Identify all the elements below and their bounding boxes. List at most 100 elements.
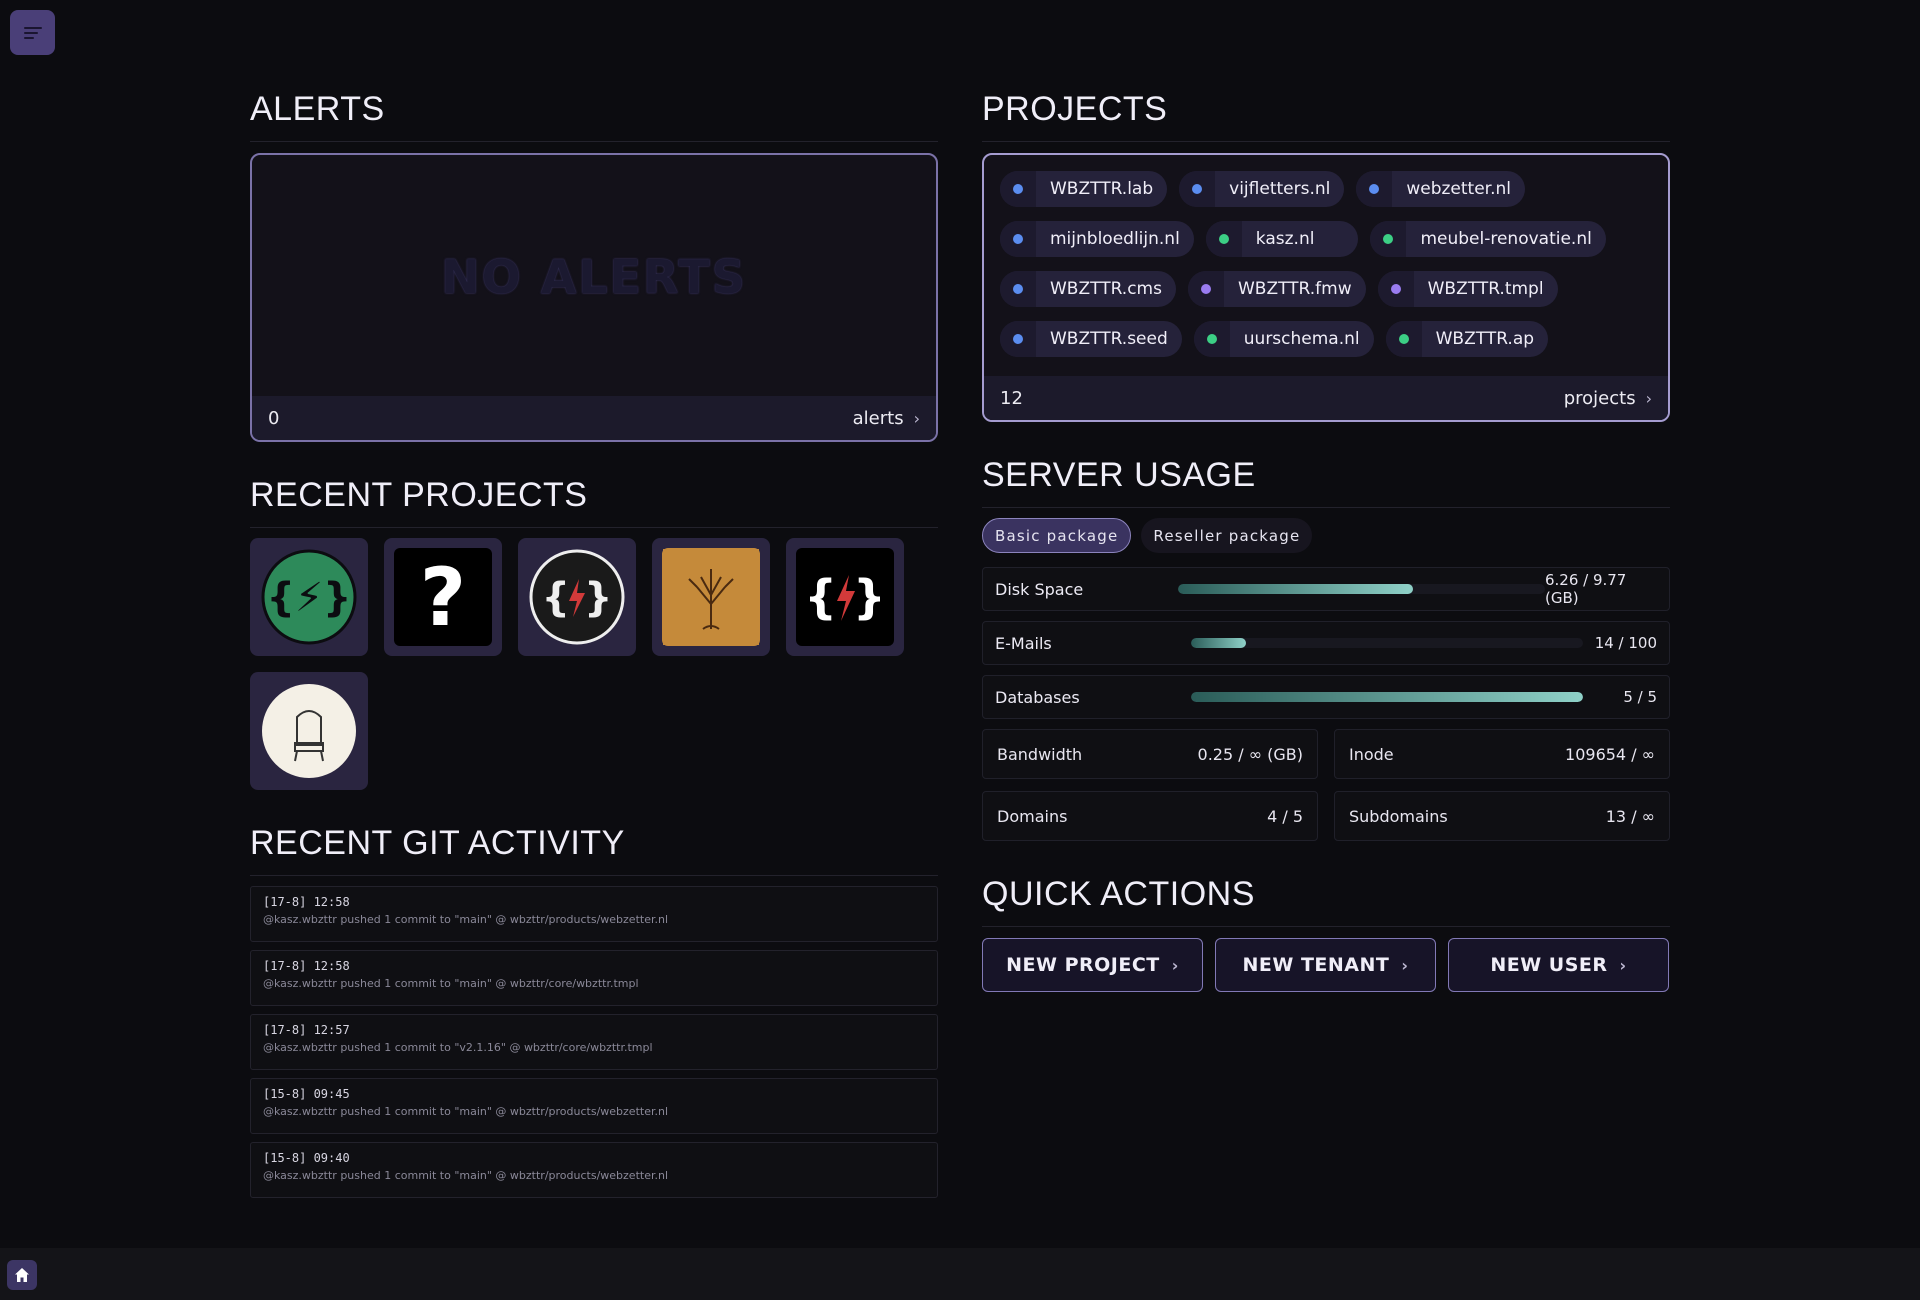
alerts-link[interactable]: alerts › [853,408,920,429]
projects-panel: WBZTTR.lab vijfletters.nl webzetter.nl m… [982,153,1670,422]
alerts-footer: 0 alerts › [252,396,936,440]
stat-subdomains: Subdomains 13 / ∞ [1334,791,1670,841]
svg-text:?: ? [420,551,466,644]
new-project-button[interactable]: NEW PROJECT › [982,938,1203,992]
bottom-bar [0,1248,1920,1300]
recent-project-thumb[interactable] [250,672,368,790]
svg-text:{⚡}: {⚡} [266,575,351,621]
alerts-link-label: alerts [852,407,904,429]
project-chip[interactable]: meubel-renovatie.nl [1370,221,1606,257]
projects-link[interactable]: projects › [1564,388,1652,409]
projects-footer: 12 projects › [984,376,1668,420]
project-chip-label: WBZTTR.ap [1435,329,1535,349]
chevron-right-icon: › [1619,955,1627,975]
status-dot [1013,234,1023,244]
status-dot [1013,284,1023,294]
git-activity-item: [17-8] 12:57 @kasz.wbzttr pushed 1 commi… [250,1014,938,1070]
status-dot [1192,184,1203,194]
git-activity-item: [15-8] 09:40 @kasz.wbzttr pushed 1 commi… [250,1142,938,1198]
project-chip-label: WBZTTR.lab [1050,179,1154,199]
stat-label: Domains [997,806,1068,826]
project-chip[interactable]: mijnbloedlijn.nl [1000,221,1194,257]
projects-link-label: projects [1563,387,1636,409]
git-time: [15-8] 09:45 [263,1087,350,1101]
new-tenant-button[interactable]: NEW TENANT › [1215,938,1436,992]
git-activity-title: RECENT GIT ACTIVITY [250,824,938,876]
question-mark-icon: ? [394,548,492,646]
status-dot [1383,234,1394,244]
chevron-right-icon: › [1171,955,1179,975]
package-tabs: Basic package Reseller package [982,518,1670,553]
server-usage-title: SERVER USAGE [982,456,1670,508]
git-activity-item: [17-8] 12:58 @kasz.wbzttr pushed 1 commi… [250,950,938,1006]
project-row: WBZTTR.seed uurschema.nl WBZTTR.ap [1000,321,1652,357]
project-chip[interactable]: WBZTTR.fmw [1187,271,1366,307]
project-chip-label: WBZTTR.tmpl [1427,279,1544,299]
project-chip[interactable]: vijfletters.nl [1179,171,1345,207]
git-activity-item: [17-8] 12:58 @kasz.wbzttr pushed 1 commi… [250,886,938,942]
git-activity-item: [15-8] 09:45 @kasz.wbzttr pushed 1 commi… [250,1078,938,1134]
project-chip[interactable]: uurschema.nl [1193,321,1374,357]
usage-label: E-Mails [995,633,1052,653]
recent-project-thumb[interactable] [652,538,770,656]
alerts-count: 0 [268,407,280,429]
chevron-right-icon: › [1401,955,1409,975]
tree-logo-icon [662,548,760,646]
status-dot-wrap [1193,321,1230,357]
project-chip[interactable]: webzetter.nl [1356,171,1526,207]
projects-title: PROJECTS [982,90,1670,142]
new-tenant-label: NEW TENANT [1242,954,1390,976]
stat-label: Inode [1349,744,1394,764]
no-alerts-text: NO ALERTS [441,250,747,304]
usage-bar [1191,638,1583,648]
usage-label: Disk Space [995,579,1084,599]
git-time: [17-8] 12:57 [263,1023,350,1037]
wbzttr-green-logo-icon: {⚡} [260,548,358,646]
git-message: @kasz.wbzttr pushed 1 commit to "main" @… [263,1105,668,1118]
recent-project-thumb[interactable]: {⚡} [250,538,368,656]
status-dot [1200,284,1211,294]
new-user-button[interactable]: NEW USER › [1448,938,1669,992]
alerts-title: ALERTS [250,90,938,142]
recent-projects-title: RECENT PROJECTS [250,476,938,528]
project-chip-label: mijnbloedlijn.nl [1050,229,1180,249]
recent-project-thumb[interactable]: { } [518,538,636,656]
project-chip[interactable]: WBZTTR.cms [1000,271,1176,307]
tab-basic-package[interactable]: Basic package [982,518,1132,553]
status-dot-wrap [1000,171,1036,207]
status-dot-wrap [1179,171,1216,207]
stat-value: 109654 / ∞ [1565,744,1655,764]
stat-value: 0.25 / ∞ (GB) [1197,744,1303,764]
tab-reseller-package[interactable]: Reseller package [1141,518,1313,553]
git-time: [15-8] 09:40 [263,1151,350,1165]
usage-bar-fill [1191,692,1583,702]
git-time: [17-8] 12:58 [263,959,350,973]
project-chip[interactable]: WBZTTR.ap [1385,321,1549,357]
chevron-right-icon: › [1645,388,1652,408]
recent-project-thumb[interactable]: { } [786,538,904,656]
project-chip[interactable]: WBZTTR.seed [1000,321,1182,357]
git-message: @kasz.wbzttr pushed 1 commit to "v2.1.16… [263,1041,653,1054]
stat-value: 13 / ∞ [1605,806,1655,826]
usage-bar [1191,692,1583,702]
usage-row-emails: E-Mails 14 / 100 [982,621,1670,665]
project-chip[interactable]: kasz.nl [1205,221,1359,257]
home-button[interactable] [7,1260,37,1290]
stat-label: Bandwidth [997,744,1083,764]
status-dot [1218,234,1229,244]
chevron-right-icon: › [913,408,920,428]
project-chip[interactable]: WBZTTR.lab [1000,171,1168,207]
stat-bandwidth: Bandwidth 0.25 / ∞ (GB) [982,729,1318,779]
alerts-panel: NO ALERTS 0 alerts › [250,153,938,442]
status-dot [1013,184,1023,194]
status-dot-wrap [1000,321,1036,357]
project-chip-label: uurschema.nl [1243,329,1360,349]
usage-row-disk: Disk Space 6.26 / 9.77 (GB) [982,567,1670,611]
status-dot [1390,284,1401,294]
status-dot-wrap [1205,221,1242,257]
project-chip[interactable]: WBZTTR.tmpl [1377,271,1558,307]
wbzttr-black-logo-icon: { } [796,548,894,646]
project-chip-list: WBZTTR.lab vijfletters.nl webzetter.nl m… [984,155,1668,357]
recent-project-thumb[interactable]: ? [384,538,502,656]
menu-button[interactable] [10,10,55,55]
